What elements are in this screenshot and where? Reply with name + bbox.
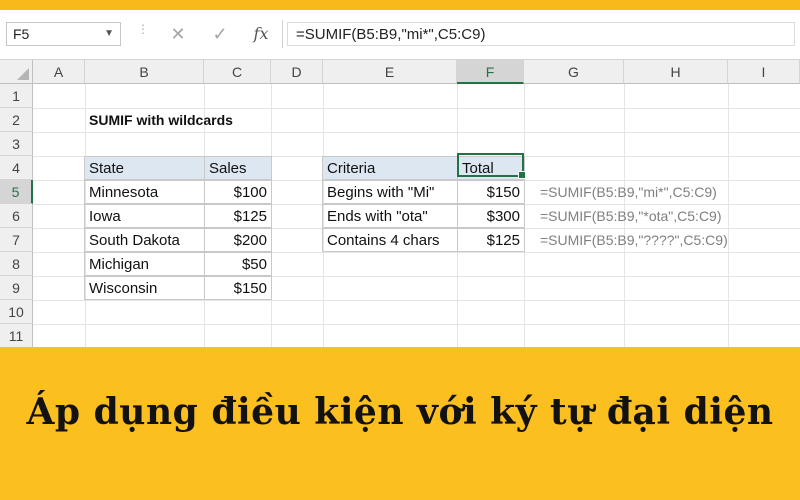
table2-total-cell[interactable]: $150	[457, 180, 525, 204]
column-header-c[interactable]: C	[204, 60, 271, 84]
formula-text-cell[interactable]: =SUMIF(B5:B9,"*ota",C5:C9)	[536, 204, 786, 228]
column-header-g[interactable]: G	[524, 60, 624, 84]
row-header-1[interactable]: 1	[0, 84, 33, 108]
formula-bar: F5 ▼ ⋮ ✕ ✓ fx =SUMIF(B5:B9,"mi*",C5:C9)	[0, 10, 800, 60]
column-header-a[interactable]: A	[33, 60, 85, 84]
table1-sales-cell[interactable]: $200	[204, 228, 272, 252]
name-box-value: F5	[13, 26, 30, 42]
table1-state-cell[interactable]: Iowa	[84, 204, 205, 228]
gridline	[33, 324, 800, 325]
active-cell-selection[interactable]	[457, 153, 526, 179]
row-header-11[interactable]: 11	[0, 324, 33, 347]
table2-total-cell[interactable]: $300	[457, 204, 525, 228]
caption-banner: Áp dụng điều kiện với ký tự đại diện	[0, 347, 800, 500]
column-header-h[interactable]: H	[624, 60, 728, 84]
table2-criteria-cell[interactable]: Contains 4 chars	[322, 228, 458, 252]
worksheet-grid: A B C D E F G H I 1 2 3 4 5 6 7 8 9 10 1…	[0, 60, 800, 347]
insert-function-icon[interactable]: fx	[249, 22, 273, 46]
select-all-corner[interactable]	[0, 60, 33, 84]
row-header-10[interactable]: 10	[0, 300, 33, 324]
row-header-7[interactable]: 7	[0, 228, 33, 252]
column-header-d[interactable]: D	[271, 60, 323, 84]
table2-header-criteria[interactable]: Criteria	[322, 156, 458, 180]
table1-sales-cell[interactable]: $100	[204, 180, 272, 204]
column-header-b[interactable]: B	[85, 60, 204, 84]
row-header-2[interactable]: 2	[0, 108, 33, 132]
formula-text-cell[interactable]: =SUMIF(B5:B9,"????",C5:C9)	[536, 228, 786, 252]
table1-state-cell[interactable]: Michigan	[84, 252, 205, 276]
table1-sales-cell[interactable]: $150	[204, 276, 272, 300]
gridline	[33, 132, 800, 133]
table2-total-cell[interactable]: $125	[457, 228, 525, 252]
table1-state-cell[interactable]: South Dakota	[84, 228, 205, 252]
formula-bar-divider	[282, 20, 283, 48]
enter-check-icon[interactable]: ✓	[208, 22, 232, 46]
chevron-down-icon[interactable]: ▼	[104, 23, 114, 45]
drag-handle-icon[interactable]: ⋮	[137, 23, 149, 44]
column-header-f[interactable]: F	[457, 60, 524, 84]
cancel-icon[interactable]: ✕	[166, 22, 190, 46]
table1-header-sales[interactable]: Sales	[204, 156, 272, 180]
row-header-3[interactable]: 3	[0, 132, 33, 156]
row-header-6[interactable]: 6	[0, 204, 33, 228]
column-header-e[interactable]: E	[323, 60, 457, 84]
formula-text-cell[interactable]: =SUMIF(B5:B9,"mi*",C5:C9)	[536, 180, 786, 204]
table2-criteria-cell[interactable]: Begins with "Mi"	[322, 180, 458, 204]
formula-input[interactable]: =SUMIF(B5:B9,"mi*",C5:C9)	[287, 22, 795, 46]
column-header-i[interactable]: I	[728, 60, 800, 84]
row-header-8[interactable]: 8	[0, 252, 33, 276]
table1-state-cell[interactable]: Wisconsin	[84, 276, 205, 300]
table1-state-cell[interactable]: Minnesota	[84, 180, 205, 204]
table1-header-state[interactable]: State	[84, 156, 205, 180]
top-banner-strip	[0, 0, 800, 10]
row-header-4[interactable]: 4	[0, 156, 33, 180]
row-header-9[interactable]: 9	[0, 276, 33, 300]
spreadsheet-window: F5 ▼ ⋮ ✕ ✓ fx =SUMIF(B5:B9,"mi*",C5:C9) …	[0, 10, 800, 347]
table1-sales-cell[interactable]: $125	[204, 204, 272, 228]
sheet-title[interactable]: SUMIF with wildcards	[85, 108, 305, 132]
row-header-5[interactable]: 5	[0, 180, 33, 204]
table1-sales-cell[interactable]: $50	[204, 252, 272, 276]
name-box[interactable]: F5 ▼	[6, 22, 121, 46]
table2-criteria-cell[interactable]: Ends with "ota"	[322, 204, 458, 228]
caption-text: Áp dụng điều kiện với ký tự đại diện	[26, 391, 774, 433]
